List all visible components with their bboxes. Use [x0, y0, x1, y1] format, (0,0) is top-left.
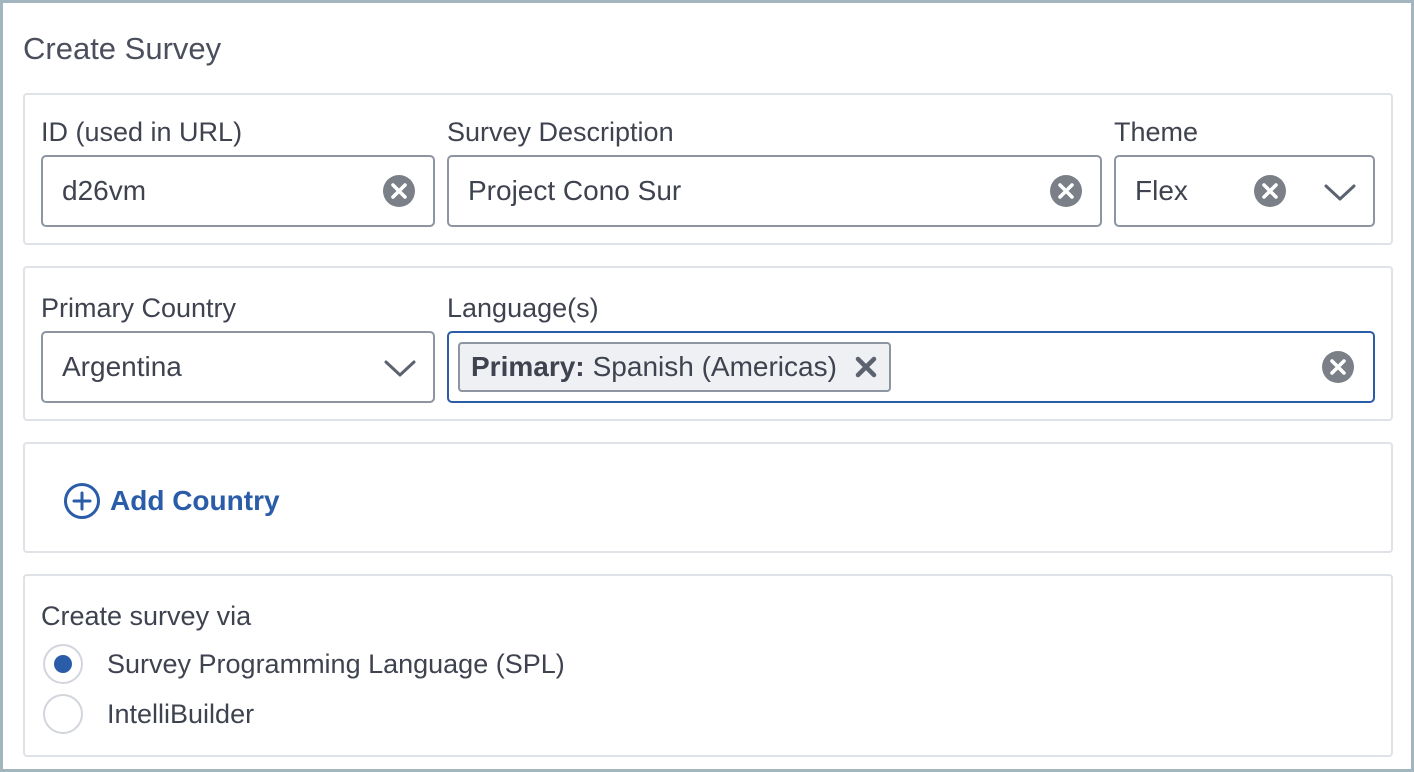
plus-circle-icon [64, 483, 100, 519]
id-label: ID (used in URL) [41, 117, 243, 147]
page-title: Create Survey [23, 31, 222, 66]
clear-description-icon[interactable] [1049, 174, 1083, 208]
languages-label: Language(s) [447, 293, 599, 323]
id-field[interactable]: d26vm [41, 155, 435, 227]
language-tag-prefix: Primary: [471, 351, 585, 382]
radio-option-spl[interactable]: Survey Programming Language (SPL) [43, 644, 565, 684]
locale-panel: Primary Country Argentina Language(s) Pr… [23, 266, 1393, 421]
create-via-label: Create survey via [41, 601, 252, 631]
language-tag-value: Spanish (Americas) [592, 351, 837, 382]
create-survey-dialog: Create Survey ID (used in URL) d26vm Sur… [0, 0, 1414, 772]
spl-radio[interactable] [43, 644, 83, 684]
country-value: Argentina [62, 351, 182, 382]
theme-chevron-down-icon[interactable] [1322, 174, 1358, 210]
radio-option-intellibuilder[interactable]: IntelliBuilder [43, 694, 254, 734]
create-via-panel: Create survey via Survey Programming Lan… [23, 574, 1393, 757]
theme-select[interactable]: Flex [1114, 155, 1375, 227]
add-country-button[interactable]: Add Country [63, 482, 280, 520]
theme-label: Theme [1114, 117, 1199, 147]
add-country-label: Add Country [110, 485, 280, 516]
clear-languages-icon[interactable] [1321, 350, 1355, 384]
intellibuilder-radio[interactable] [43, 694, 83, 734]
clear-theme-icon[interactable] [1253, 174, 1287, 208]
country-chevron-down-icon[interactable] [382, 350, 418, 386]
clear-id-icon[interactable] [382, 174, 416, 208]
description-value: Project Cono Sur [468, 175, 682, 206]
languages-multiselect[interactable]: Primary: Spanish (Americas) [447, 331, 1375, 403]
language-tag: Primary: Spanish (Americas) [458, 342, 891, 392]
theme-value: Flex [1135, 175, 1188, 206]
remove-tag-x-icon[interactable] [853, 354, 879, 380]
country-select[interactable]: Argentina [41, 331, 435, 403]
intellibuilder-radio-label: IntelliBuilder [107, 698, 255, 729]
add-country-panel: Add Country [23, 442, 1393, 553]
country-label: Primary Country [41, 293, 237, 323]
spl-radio-label: Survey Programming Language (SPL) [107, 648, 565, 679]
basics-panel: ID (used in URL) d26vm Survey Descriptio… [23, 93, 1393, 245]
description-field[interactable]: Project Cono Sur [447, 155, 1102, 227]
id-value: d26vm [62, 175, 147, 206]
description-label: Survey Description [447, 117, 674, 147]
